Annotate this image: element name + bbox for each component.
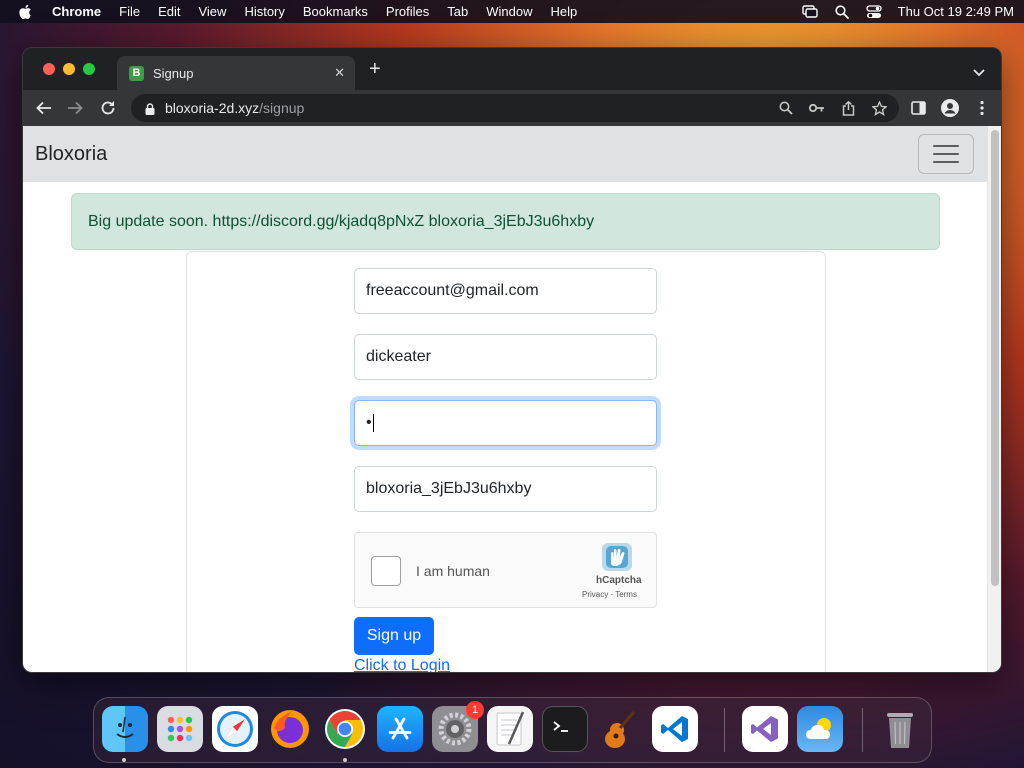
captcha-terms-link[interactable]: Privacy · Terms — [582, 590, 637, 599]
announcement-alert: Big update soon. https://discord.gg/kjad… — [71, 193, 940, 250]
reload-icon[interactable] — [99, 99, 117, 117]
dock: 1 — [93, 697, 932, 763]
url-path: /signup — [259, 100, 305, 116]
menu-app-name[interactable]: Chrome — [52, 4, 101, 19]
captcha-label: I am human — [416, 563, 490, 579]
address-bar[interactable]: bloxoria-2d.xyz/signup — [131, 94, 899, 122]
tab-signup[interactable]: B Signup ✕ — [117, 56, 355, 90]
vscode-icon[interactable] — [652, 706, 698, 752]
textedit-icon[interactable] — [487, 706, 533, 752]
chrome-running-dot — [343, 758, 347, 762]
hcaptcha-widget: I am human hCaptcha Privacy · Terms — [354, 532, 657, 608]
apple-menu-icon[interactable] — [18, 4, 32, 20]
screen-mirroring-icon[interactable] — [801, 5, 818, 19]
weather-icon[interactable] — [797, 706, 843, 752]
lock-icon[interactable] — [145, 102, 155, 115]
menu-edit[interactable]: Edit — [158, 4, 180, 19]
tab-title: Signup — [153, 65, 194, 81]
app-store-icon[interactable] — [377, 706, 423, 752]
safari-icon[interactable] — [212, 706, 258, 752]
minimize-window-button[interactable] — [63, 63, 75, 75]
menu-bar: Chrome File Edit View History Bookmarks … — [0, 0, 1024, 23]
tab-search-chevron-icon[interactable] — [973, 64, 985, 82]
menu-help[interactable]: Help — [551, 4, 578, 19]
menu-tab[interactable]: Tab — [447, 4, 468, 19]
captcha-checkbox[interactable] — [371, 556, 401, 586]
dock-separator — [724, 708, 725, 752]
firefox-icon[interactable] — [267, 706, 313, 752]
site-brand[interactable]: Bloxoria — [35, 143, 107, 166]
control-center-icon[interactable] — [866, 4, 882, 19]
profile-avatar-icon[interactable] — [941, 99, 959, 117]
tab-close-icon[interactable]: ✕ — [334, 65, 345, 81]
side-panel-icon[interactable] — [909, 99, 927, 117]
menu-file[interactable]: File — [119, 4, 140, 19]
signup-card: freeaccount@gmail.com dickeater • bloxor… — [186, 251, 826, 672]
referral-code-field[interactable]: bloxoria_3jEbJ3u6hxby — [354, 466, 657, 512]
password-field-value: • — [366, 414, 372, 431]
maximize-window-button[interactable] — [83, 63, 95, 75]
password-key-icon[interactable] — [809, 100, 825, 116]
new-tab-button[interactable]: + — [369, 59, 381, 79]
email-field[interactable]: freeaccount@gmail.com — [354, 268, 657, 314]
hcaptcha-logo-icon — [600, 541, 634, 573]
menu-history[interactable]: History — [244, 4, 284, 19]
garageband-icon[interactable] — [597, 706, 643, 752]
menu-bookmarks[interactable]: Bookmarks — [303, 4, 368, 19]
chrome-icon[interactable] — [322, 706, 368, 752]
system-settings-icon[interactable]: 1 — [432, 701, 484, 752]
password-field[interactable]: • — [354, 400, 657, 446]
trash-icon[interactable] — [877, 706, 923, 752]
bookmark-star-icon[interactable] — [871, 100, 887, 116]
close-window-button[interactable] — [43, 63, 55, 75]
terminal-icon[interactable] — [542, 706, 588, 752]
captcha-brand: hCaptcha — [596, 575, 642, 586]
page-viewport: Bloxoria Big update soon. https://discor… — [23, 126, 1001, 672]
back-arrow-icon[interactable] — [35, 99, 53, 117]
scrollbar-thumb[interactable] — [991, 130, 999, 586]
launchpad-icon[interactable] — [157, 706, 203, 752]
menu-clock[interactable]: Thu Oct 19 2:49 PM — [898, 4, 1014, 19]
text-caret — [372, 414, 374, 432]
spotlight-search-icon[interactable] — [834, 4, 850, 19]
login-link[interactable]: Click to Login — [354, 657, 450, 672]
tab-strip: B Signup ✕ + — [23, 48, 1001, 90]
url-host: bloxoria-2d.xyz — [165, 100, 260, 116]
email-field-value: freeaccount@gmail.com — [366, 282, 539, 299]
menu-view[interactable]: View — [198, 4, 226, 19]
site-navbar: Bloxoria — [23, 126, 987, 182]
share-icon[interactable] — [840, 100, 856, 116]
username-field-value: dickeater — [366, 348, 431, 365]
browser-window: B Signup ✕ + bloxoria-2d.xyz/signup Blox… — [22, 47, 1002, 673]
signup-button[interactable]: Sign up — [354, 617, 434, 655]
forward-arrow-icon[interactable] — [66, 99, 84, 117]
more-menu-icon[interactable] — [973, 99, 991, 117]
search-icon[interactable] — [778, 100, 794, 116]
referral-code-value: bloxoria_3jEbJ3u6hxby — [366, 480, 532, 497]
menu-profiles[interactable]: Profiles — [386, 4, 429, 19]
page-scrollbar[interactable] — [987, 126, 1001, 672]
browser-toolbar: bloxoria-2d.xyz/signup — [23, 90, 1001, 126]
navbar-toggle-menu-icon[interactable] — [918, 134, 974, 174]
username-field[interactable]: dickeater — [354, 334, 657, 380]
finder-icon[interactable] — [102, 706, 148, 752]
notification-badge: 1 — [466, 701, 484, 719]
site-favicon-icon: B — [129, 65, 144, 81]
dock-separator-2 — [862, 708, 863, 752]
visual-studio-icon[interactable] — [742, 706, 788, 752]
menu-window[interactable]: Window — [486, 4, 532, 19]
finder-running-dot — [122, 758, 126, 762]
